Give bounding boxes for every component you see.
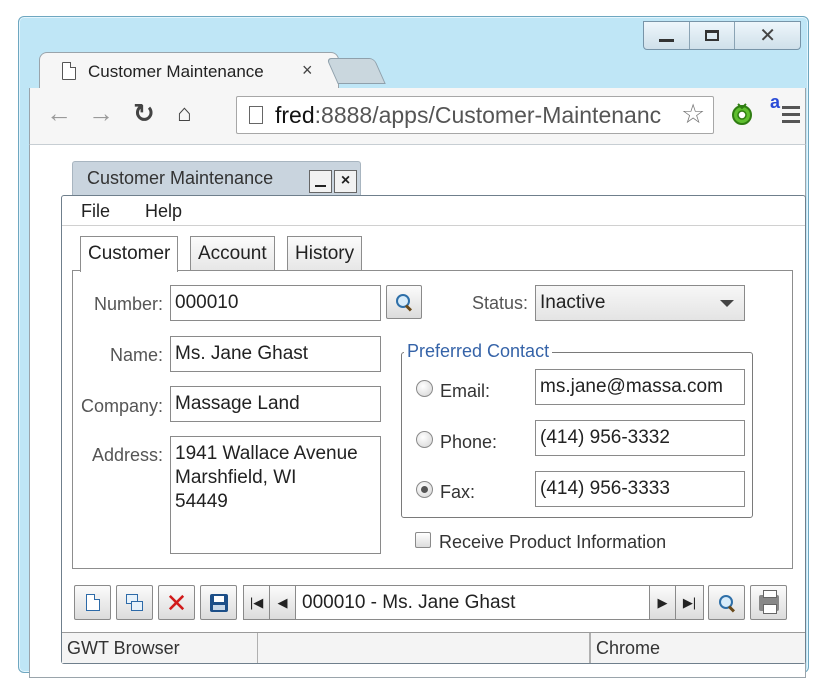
delete-icon: ✕: [165, 587, 188, 618]
receive-info-checkbox[interactable]: [415, 532, 431, 548]
app-window-title: Customer Maintenance: [87, 168, 274, 188]
url-host: fred: [275, 102, 315, 128]
number-label: Number:: [93, 294, 163, 314]
minimize-icon: [658, 39, 674, 42]
email-label: Email:: [440, 381, 491, 401]
tab-account[interactable]: Account: [190, 236, 275, 271]
chevron-down-icon: [720, 300, 734, 307]
app-close-button[interactable]: ×: [334, 170, 357, 193]
browser-tab[interactable]: Customer Maintenance ×: [39, 52, 339, 88]
new-document-icon: [85, 593, 100, 611]
duplicate-record-button[interactable]: [116, 585, 153, 620]
new-record-button[interactable]: [74, 585, 111, 620]
address-line: Marshfield, WI: [175, 467, 297, 488]
reload-icon[interactable]: ↻: [133, 98, 155, 129]
tab-close-icon[interactable]: ×: [302, 60, 313, 81]
last-record-button[interactable]: ▶|: [675, 586, 703, 619]
save-record-button[interactable]: [200, 585, 237, 620]
app-window-tab[interactable]: Customer Maintenance ×: [72, 161, 361, 195]
close-icon: ✕: [759, 24, 777, 47]
new-tab-button[interactable]: [326, 58, 386, 84]
extension-badge: a: [770, 92, 781, 112]
phone-radio[interactable]: [416, 431, 433, 448]
search-icon: [395, 293, 413, 311]
preferred-contact-legend: Preferred Contact: [404, 341, 553, 362]
copy-icon: [125, 593, 144, 612]
fax-radio[interactable]: [416, 481, 433, 498]
browser-menu-icon[interactable]: [782, 106, 800, 127]
customer-form-panel: File Help Customer Account History Numbe…: [61, 195, 806, 664]
maximize-button[interactable]: [690, 22, 736, 49]
number-field[interactable]: 000010: [170, 285, 381, 321]
home-icon[interactable]: ⌂: [177, 100, 192, 128]
browser-window: ✕ Customer Maintenance × ← → ↻ ⌂ fred:88…: [18, 16, 809, 678]
close-window-button[interactable]: ✕: [735, 22, 800, 49]
menubar: File Help: [62, 196, 805, 226]
forward-arrow-icon[interactable]: →: [88, 98, 114, 129]
status-select[interactable]: Inactive: [535, 285, 745, 321]
preferred-contact-group: Preferred Contact Email: ms.jane@massa.c…: [401, 341, 753, 518]
phone-label: Phone:: [440, 432, 498, 452]
window-controls: ✕: [643, 21, 801, 50]
url-text[interactable]: fred:8888/apps/Customer-Maintenanc: [275, 102, 675, 129]
address-bar[interactable]: fred:8888/apps/Customer-Maintenanc ☆: [236, 96, 714, 134]
next-record-button[interactable]: ▶: [649, 586, 675, 619]
printer-icon: [758, 589, 779, 614]
statusbar-middle: [258, 633, 590, 663]
prev-record-button[interactable]: ◀: [270, 586, 296, 619]
statusbar-right: Chrome: [590, 633, 805, 663]
name-label: Name:: [109, 345, 163, 365]
fax-field[interactable]: (414) 956-3333: [535, 471, 745, 507]
company-field[interactable]: Massage Land: [170, 386, 381, 422]
fax-label: Fax:: [440, 482, 476, 502]
statusbar-left: GWT Browser: [62, 633, 258, 663]
customer-tab-body: Number: 000010 Status: Inactive Name: Ms…: [72, 270, 793, 569]
extension-icon[interactable]: [730, 100, 754, 126]
page-content: Customer Maintenance × File Help Custome…: [29, 144, 806, 678]
first-record-button[interactable]: |◀: [244, 586, 270, 619]
search-icon: [718, 594, 736, 612]
browser-toolbar: ← → ↻ ⌂ fred:8888/apps/Customer-Maintena…: [29, 88, 806, 144]
print-button[interactable]: [750, 585, 787, 620]
address-label: Address:: [91, 445, 163, 465]
app-minimize-button[interactable]: [309, 170, 332, 193]
save-icon: [209, 593, 228, 612]
phone-field[interactable]: (414) 956-3332: [535, 420, 745, 456]
company-label: Company:: [80, 396, 163, 416]
name-field[interactable]: Ms. Jane Ghast: [170, 336, 381, 372]
record-navigator: |◀ ◀ 000010 - Ms. Jane Ghast ▶ ▶|: [243, 585, 704, 620]
address-line: 1941 Wallace Avenue: [175, 443, 358, 464]
email-radio[interactable]: [416, 380, 433, 397]
receive-info-label: Receive Product Information: [439, 532, 667, 552]
current-record-text: 000010 - Ms. Jane Ghast: [302, 592, 516, 613]
status-value: Inactive: [540, 292, 606, 313]
search-record-button[interactable]: [708, 585, 745, 620]
maximize-icon: [704, 30, 719, 41]
number-lookup-button[interactable]: [386, 285, 422, 319]
status-label: Status:: [471, 293, 528, 313]
tab-customer[interactable]: Customer: [80, 236, 179, 272]
browser-tab-title: Customer Maintenance: [88, 62, 264, 81]
address-textarea[interactable]: 1941 Wallace Avenue Marshfield, WI 54449: [170, 436, 381, 554]
back-arrow-icon[interactable]: ←: [46, 98, 72, 129]
tab-history[interactable]: History: [287, 236, 363, 271]
page-icon: [62, 62, 76, 80]
menu-help[interactable]: Help: [145, 201, 182, 222]
address-line: 54449: [175, 491, 228, 512]
email-field[interactable]: ms.jane@massa.com: [535, 369, 745, 405]
minimize-button[interactable]: [644, 22, 690, 49]
url-path: :8888/apps/Customer-Maintenanc: [314, 102, 662, 128]
bookmark-star-icon[interactable]: ☆: [681, 99, 705, 130]
delete-record-button[interactable]: ✕: [158, 585, 195, 620]
page-icon: [249, 106, 263, 124]
menu-file[interactable]: File: [81, 201, 110, 222]
statusbar: GWT Browser Chrome: [62, 632, 805, 663]
